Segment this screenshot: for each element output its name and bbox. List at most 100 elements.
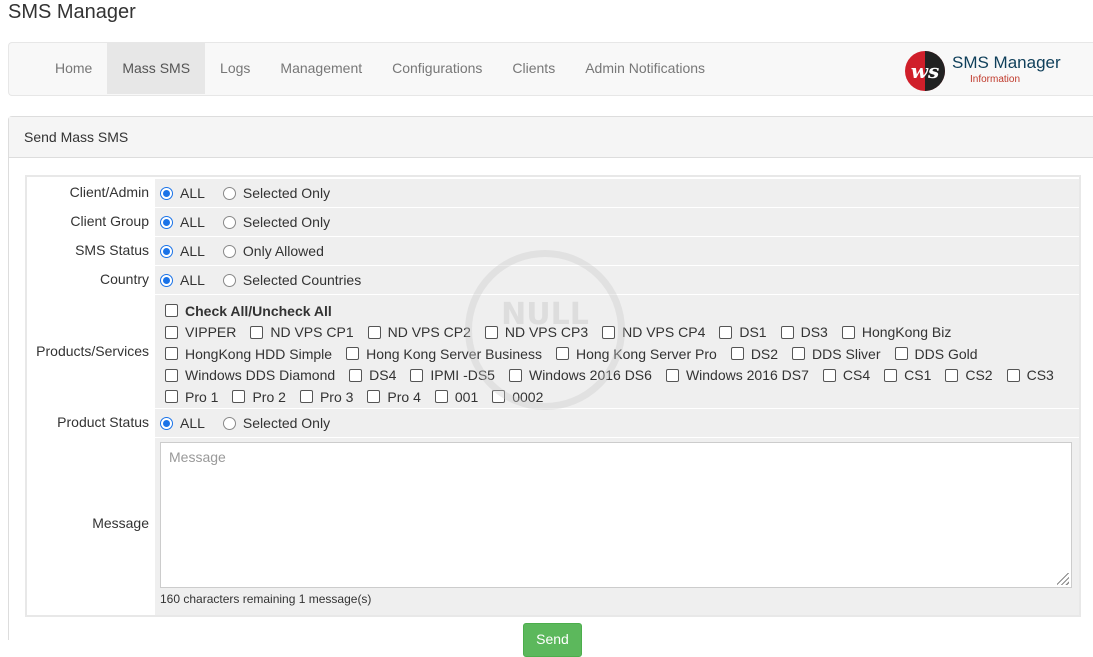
product-status-label: Product Status <box>57 414 149 430</box>
nav-item-logs[interactable]: Logs <box>205 43 265 94</box>
nav-item-configurations[interactable]: Configurations <box>377 43 497 94</box>
product-checkbox-item[interactable]: ND VPS CP4 <box>602 322 705 343</box>
client-admin-radio-group: ALL Selected Only <box>155 179 1079 207</box>
client-admin-option-label: Selected Only <box>242 185 331 201</box>
nav-item-admin-notifications[interactable]: Admin Notifications <box>570 43 720 94</box>
sms-status-radio-group: ALL Only Allowed <box>155 237 1079 265</box>
client-admin-radio-selected-only[interactable] <box>222 186 236 200</box>
message-label: Message <box>92 515 149 531</box>
product-checkbox-item[interactable]: HongKong Biz <box>841 322 951 343</box>
product-checkbox-item[interactable]: Hong Kong Server Pro <box>555 343 717 364</box>
product-checkbox-label: 0002 <box>512 388 544 405</box>
product-checkbox[interactable] <box>730 347 744 361</box>
product-checkbox-label: Hong Kong Server Business <box>366 345 542 362</box>
product-checkbox[interactable] <box>945 368 959 382</box>
product-checkbox-item[interactable]: DS2 <box>730 343 778 364</box>
product-checkbox[interactable] <box>884 368 898 382</box>
product-checkbox-item[interactable]: ND VPS CP3 <box>484 322 588 343</box>
product-checkbox[interactable] <box>508 368 522 382</box>
product-checkbox-label: DS3 <box>800 324 828 341</box>
product-checkbox[interactable] <box>165 347 178 361</box>
client-admin-option-label: ALL <box>180 185 205 201</box>
nav-item-mass-sms[interactable]: Mass SMS <box>107 43 206 94</box>
check-all-row: Check All/Uncheck All <box>165 300 332 322</box>
product-checkbox[interactable] <box>780 325 794 339</box>
product-checkbox[interactable] <box>367 390 381 404</box>
product-checkbox-item[interactable]: CS1 <box>884 365 931 386</box>
product-checkbox[interactable] <box>719 325 733 339</box>
product-checkbox[interactable] <box>434 390 448 404</box>
product-checkbox[interactable] <box>792 347 806 361</box>
nav-item-home[interactable]: Home <box>40 43 107 94</box>
client-admin-radio-all[interactable] <box>160 186 173 200</box>
product-checkbox[interactable] <box>841 325 855 339</box>
product-checkbox[interactable] <box>894 347 908 361</box>
product-checkbox-item[interactable]: Pro 1 <box>165 386 218 407</box>
product-checkbox[interactable] <box>232 390 246 404</box>
country-radio-all[interactable] <box>160 273 173 287</box>
product-checkbox-item[interactable]: CS3 <box>1006 365 1054 386</box>
country-radio-selected-countries[interactable] <box>222 273 236 287</box>
product-checkbox-item[interactable]: HongKong HDD Simple <box>165 343 332 364</box>
sms-status-radio-all[interactable] <box>160 244 173 258</box>
sms-status-radio-only-allowed[interactable] <box>222 244 236 258</box>
product-checkbox-item[interactable]: Pro 3 <box>299 386 353 407</box>
product-checkbox-item[interactable]: Windows DDS Diamond <box>165 365 335 386</box>
message-textarea[interactable]: Message <box>160 442 1072 588</box>
product-checkbox-label: Pro 1 <box>185 388 219 405</box>
resize-handle-icon[interactable] <box>1057 573 1069 585</box>
product-checkbox-item[interactable]: Windows 2016 DS7 <box>665 365 809 386</box>
product-checkbox-item[interactable]: 0002 <box>492 386 543 407</box>
product-checkbox[interactable] <box>367 325 381 339</box>
product-checkbox[interactable] <box>410 368 424 382</box>
product-checkbox-label: Pro 4 <box>387 388 421 405</box>
product-status-radio-selected-only[interactable] <box>222 416 236 430</box>
product-checkbox-item[interactable]: Pro 4 <box>367 386 421 407</box>
product-status-radio-all[interactable] <box>160 416 173 430</box>
product-checkbox-item[interactable]: 001 <box>434 386 478 407</box>
product-checkbox[interactable] <box>346 347 360 361</box>
product-checkbox-item[interactable]: Windows 2016 DS6 <box>508 365 652 386</box>
send-button[interactable]: Send <box>523 623 582 657</box>
product-checkbox-label: CS2 <box>965 367 993 384</box>
product-checkbox[interactable] <box>665 368 679 382</box>
nav-list: Home Mass SMS Logs Management Configurations… <box>40 43 720 95</box>
check-all-checkbox[interactable] <box>165 304 178 318</box>
product-checkbox-item[interactable]: CS4 <box>822 365 870 386</box>
product-checkbox[interactable] <box>349 368 363 382</box>
nav-item-management[interactable]: Management <box>265 43 377 94</box>
product-checkbox[interactable] <box>250 325 264 339</box>
product-checkbox-label: DS4 <box>369 367 397 384</box>
message-placeholder: Message <box>169 449 226 465</box>
product-checkbox[interactable] <box>602 325 616 339</box>
product-checkbox[interactable] <box>492 390 506 404</box>
product-checkbox[interactable] <box>555 347 569 361</box>
product-checkbox-label: CS3 <box>1026 367 1054 384</box>
client-group-radio-group: ALL Selected Only <box>155 208 1079 236</box>
nav-item-clients[interactable]: Clients <box>497 43 570 94</box>
product-checkbox-item[interactable]: VIPPER <box>165 322 236 343</box>
product-checkbox-item[interactable]: DS3 <box>780 322 828 343</box>
product-checkbox[interactable] <box>1006 368 1020 382</box>
product-checkbox[interactable] <box>165 368 178 382</box>
product-checkbox-item[interactable]: DDS Sliver <box>792 343 881 364</box>
product-checkbox-item[interactable]: DS4 <box>349 365 396 386</box>
product-checkbox-item[interactable]: Pro 2 <box>232 386 286 407</box>
product-checkbox-item[interactable]: Hong Kong Server Business <box>346 343 542 364</box>
sms-status-option-label: ALL <box>180 243 205 259</box>
product-checkbox-item[interactable]: ND VPS CP1 <box>250 322 354 343</box>
product-checkbox-item[interactable]: DS1 <box>719 322 767 343</box>
product-checkbox[interactable] <box>484 325 498 339</box>
product-checkbox[interactable] <box>165 390 178 404</box>
product-checkbox[interactable] <box>299 390 313 404</box>
product-checkbox[interactable] <box>165 325 178 339</box>
product-checkbox-item[interactable]: ND VPS CP2 <box>367 322 471 343</box>
sms-status-option-label: Only Allowed <box>242 243 324 259</box>
product-checkbox-item[interactable]: DDS Gold <box>894 343 978 364</box>
client-group-radio-all[interactable] <box>160 215 173 229</box>
client-group-radio-selected-only[interactable] <box>222 215 236 229</box>
product-checkbox-item[interactable]: CS2 <box>945 365 993 386</box>
send-mass-sms-panel: Send Mass SMS Client/Admin ALL Selected O… <box>8 116 1093 657</box>
product-checkbox[interactable] <box>822 368 836 382</box>
product-checkbox-item[interactable]: IPMI -DS5 <box>410 365 495 386</box>
